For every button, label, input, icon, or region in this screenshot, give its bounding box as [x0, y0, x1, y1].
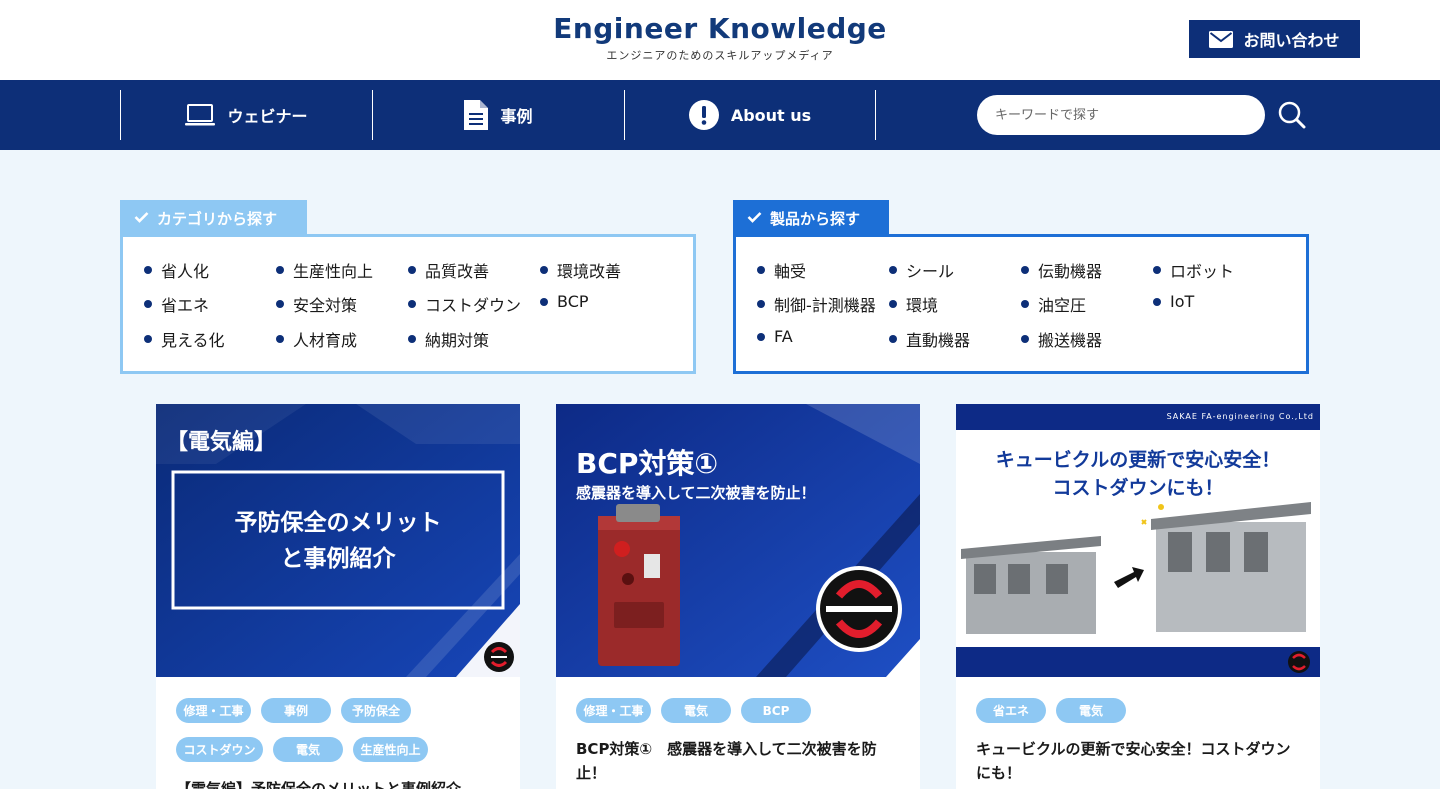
product-item[interactable]: ロボット: [1153, 258, 1234, 282]
product-panel-title: 製品から探す: [770, 209, 861, 228]
category-item[interactable]: 生産性向上: [276, 258, 373, 282]
tag[interactable]: 事例: [261, 698, 331, 723]
category-panel-title: カテゴリから探す: [157, 209, 278, 228]
tag[interactable]: 電気: [273, 737, 343, 762]
product-item[interactable]: 搬送機器: [1021, 327, 1102, 351]
tag[interactable]: 修理・工事: [576, 698, 651, 723]
category-panel: 省人化 生産性向上 品質改善 環境改善 省エネ 安全対策 コストダウン BCP …: [120, 234, 696, 374]
search-icon[interactable]: [1277, 100, 1307, 130]
product-item[interactable]: 軸受: [757, 258, 806, 282]
contact-label: お問い合わせ: [1243, 31, 1340, 50]
nav-label-webinar: ウェビナー: [227, 107, 308, 126]
article-title[interactable]: BCP対策① 感震器を導入して二次被害を防止！: [576, 737, 902, 785]
product-item[interactable]: IoT: [1153, 292, 1194, 311]
category-item[interactable]: 省エネ: [144, 292, 209, 316]
product-panel-tab: 製品から探す: [733, 200, 889, 236]
main-nav: ウェビナー 事例 About us: [0, 80, 1440, 150]
thumbnail-company: SAKAE FA-engineering Co.,Ltd: [1166, 412, 1314, 421]
tag[interactable]: 生産性向上: [353, 737, 428, 762]
tag[interactable]: 修理・工事: [176, 698, 251, 723]
product-item[interactable]: 伝動機器: [1021, 258, 1102, 282]
logo-title: Engineer Knowledge: [553, 12, 887, 45]
tag[interactable]: 電気: [661, 698, 731, 723]
tag[interactable]: コストダウン: [176, 737, 263, 762]
search-input[interactable]: [977, 95, 1265, 135]
thumbnail-text: 感震器を導入して二次被害を防止！: [576, 484, 816, 502]
product-item[interactable]: 制御-計測機器: [757, 292, 876, 316]
category-item[interactable]: 安全対策: [276, 292, 357, 316]
product-item[interactable]: 直動機器: [889, 327, 970, 351]
product-item[interactable]: 環境: [889, 292, 938, 316]
article-card[interactable]: BCP対策① 感震器を導入して二次被害を防止！ 修理・工事 電気 BCP BCP…: [556, 404, 920, 789]
laptop-icon: [185, 104, 216, 126]
check-icon: [134, 209, 149, 227]
article-card[interactable]: 【電気編】 予防保全のメリット と事例紹介 修理・工事 事例 予防保全 コストダ…: [156, 404, 520, 789]
category-item[interactable]: 省人化: [144, 258, 209, 282]
product-panel: 軸受 シール 伝動機器 ロボット 制御-計測機器 環境 油空圧 IoT FA 直…: [733, 234, 1309, 374]
check-icon: [747, 209, 762, 227]
category-item[interactable]: コストダウン: [408, 292, 521, 316]
document-icon: [464, 100, 489, 130]
product-item[interactable]: シール: [889, 258, 954, 282]
tag[interactable]: 電気: [1056, 698, 1126, 723]
contact-button[interactable]: お問い合わせ: [1189, 20, 1360, 58]
thumbnail-text: 予防保全のメリット と事例紹介: [234, 510, 442, 572]
article-title[interactable]: 【電気編】予防保全のメリットと事例紹介: [176, 777, 502, 789]
nav-label-case-studies: 事例: [500, 107, 533, 126]
article-thumbnail[interactable]: 【電気編】 予防保全のメリット と事例紹介: [156, 404, 520, 677]
article-thumbnail[interactable]: SAKAE FA-engineering Co.,Ltd キュービクルの更新で安…: [956, 404, 1320, 677]
category-panel-tab: カテゴリから探す: [120, 200, 307, 236]
category-item[interactable]: 見える化: [144, 327, 225, 351]
tag[interactable]: BCP: [741, 698, 811, 723]
product-item[interactable]: FA: [757, 327, 793, 346]
mail-icon: [1209, 30, 1234, 48]
nav-item-webinar[interactable]: ウェビナー: [120, 90, 372, 140]
site-header: Engineer Knowledge エンジニアのためのスキルアップメディア お…: [0, 0, 1440, 80]
thumbnail-text: キュービクルの更新で安心安全！ コストダウンにも！: [995, 449, 1281, 499]
thumbnail-heading: 【電気編】: [166, 430, 277, 455]
article-title[interactable]: キュービクルの更新で安心安全！コストダウンにも！: [976, 737, 1302, 785]
nav-item-case-studies[interactable]: 事例: [372, 90, 624, 140]
product-item[interactable]: 油空圧: [1021, 292, 1086, 316]
nav-label-about: About us: [730, 105, 812, 125]
category-item[interactable]: 人材育成: [276, 327, 357, 351]
category-item[interactable]: 品質改善: [408, 258, 489, 282]
tag[interactable]: 省エネ: [976, 698, 1046, 723]
category-item[interactable]: 環境改善: [540, 258, 621, 282]
nav-item-about[interactable]: About us: [624, 90, 876, 140]
category-item[interactable]: BCP: [540, 292, 589, 311]
article-thumbnail[interactable]: BCP対策① 感震器を導入して二次被害を防止！: [556, 404, 920, 677]
thumbnail-heading: BCP対策①: [576, 447, 719, 480]
article-card[interactable]: SAKAE FA-engineering Co.,Ltd キュービクルの更新で安…: [956, 404, 1320, 789]
site-logo[interactable]: Engineer Knowledge エンジニアのためのスキルアップメディア: [520, 12, 920, 63]
tag[interactable]: 予防保全: [341, 698, 411, 723]
category-item[interactable]: 納期対策: [408, 327, 489, 351]
logo-subtitle: エンジニアのためのスキルアップメディア: [606, 49, 834, 62]
exclamation-icon: [688, 100, 719, 130]
